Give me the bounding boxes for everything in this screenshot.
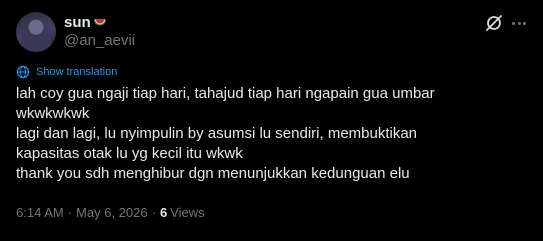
tweet-time[interactable]: 6:14 AM <box>16 205 64 221</box>
watermelon-emoji-icon <box>93 19 106 26</box>
show-translation-label: Show translation <box>36 66 118 78</box>
views-count[interactable]: 6 <box>160 205 167 221</box>
avatar[interactable] <box>16 12 56 52</box>
grok-icon[interactable] <box>484 13 504 33</box>
tweet-line: thank you sdh menghibur dgn menunjukkan … <box>16 165 410 182</box>
tweet-line: lah coy gua ngaji tiap hari, tahajud tia… <box>16 85 435 122</box>
views-label: Views <box>170 205 205 220</box>
tweet-meta: 6:14 AM · May 6, 2026 · 6 Views <box>16 205 205 221</box>
author-handle[interactable]: @an_aevii <box>64 32 135 50</box>
tweet: sun @an_aevii Show translation lah coy g… <box>0 0 543 241</box>
globe-icon <box>16 65 30 79</box>
tweet-date[interactable]: May 6, 2026 <box>76 205 148 221</box>
more-options-icon[interactable] <box>509 13 529 33</box>
meta-separator: · <box>67 205 73 220</box>
display-name[interactable]: sun <box>64 14 91 31</box>
tweet-text: lah coy gua ngaji tiap hari, tahajud tia… <box>16 84 531 184</box>
meta-separator: · <box>151 205 156 220</box>
show-translation-link[interactable]: Show translation <box>16 64 117 80</box>
tweet-line: lagi dan lagi, lu nyimpulin by asumsi lu… <box>16 125 418 162</box>
author-name-row: sun <box>64 12 107 32</box>
